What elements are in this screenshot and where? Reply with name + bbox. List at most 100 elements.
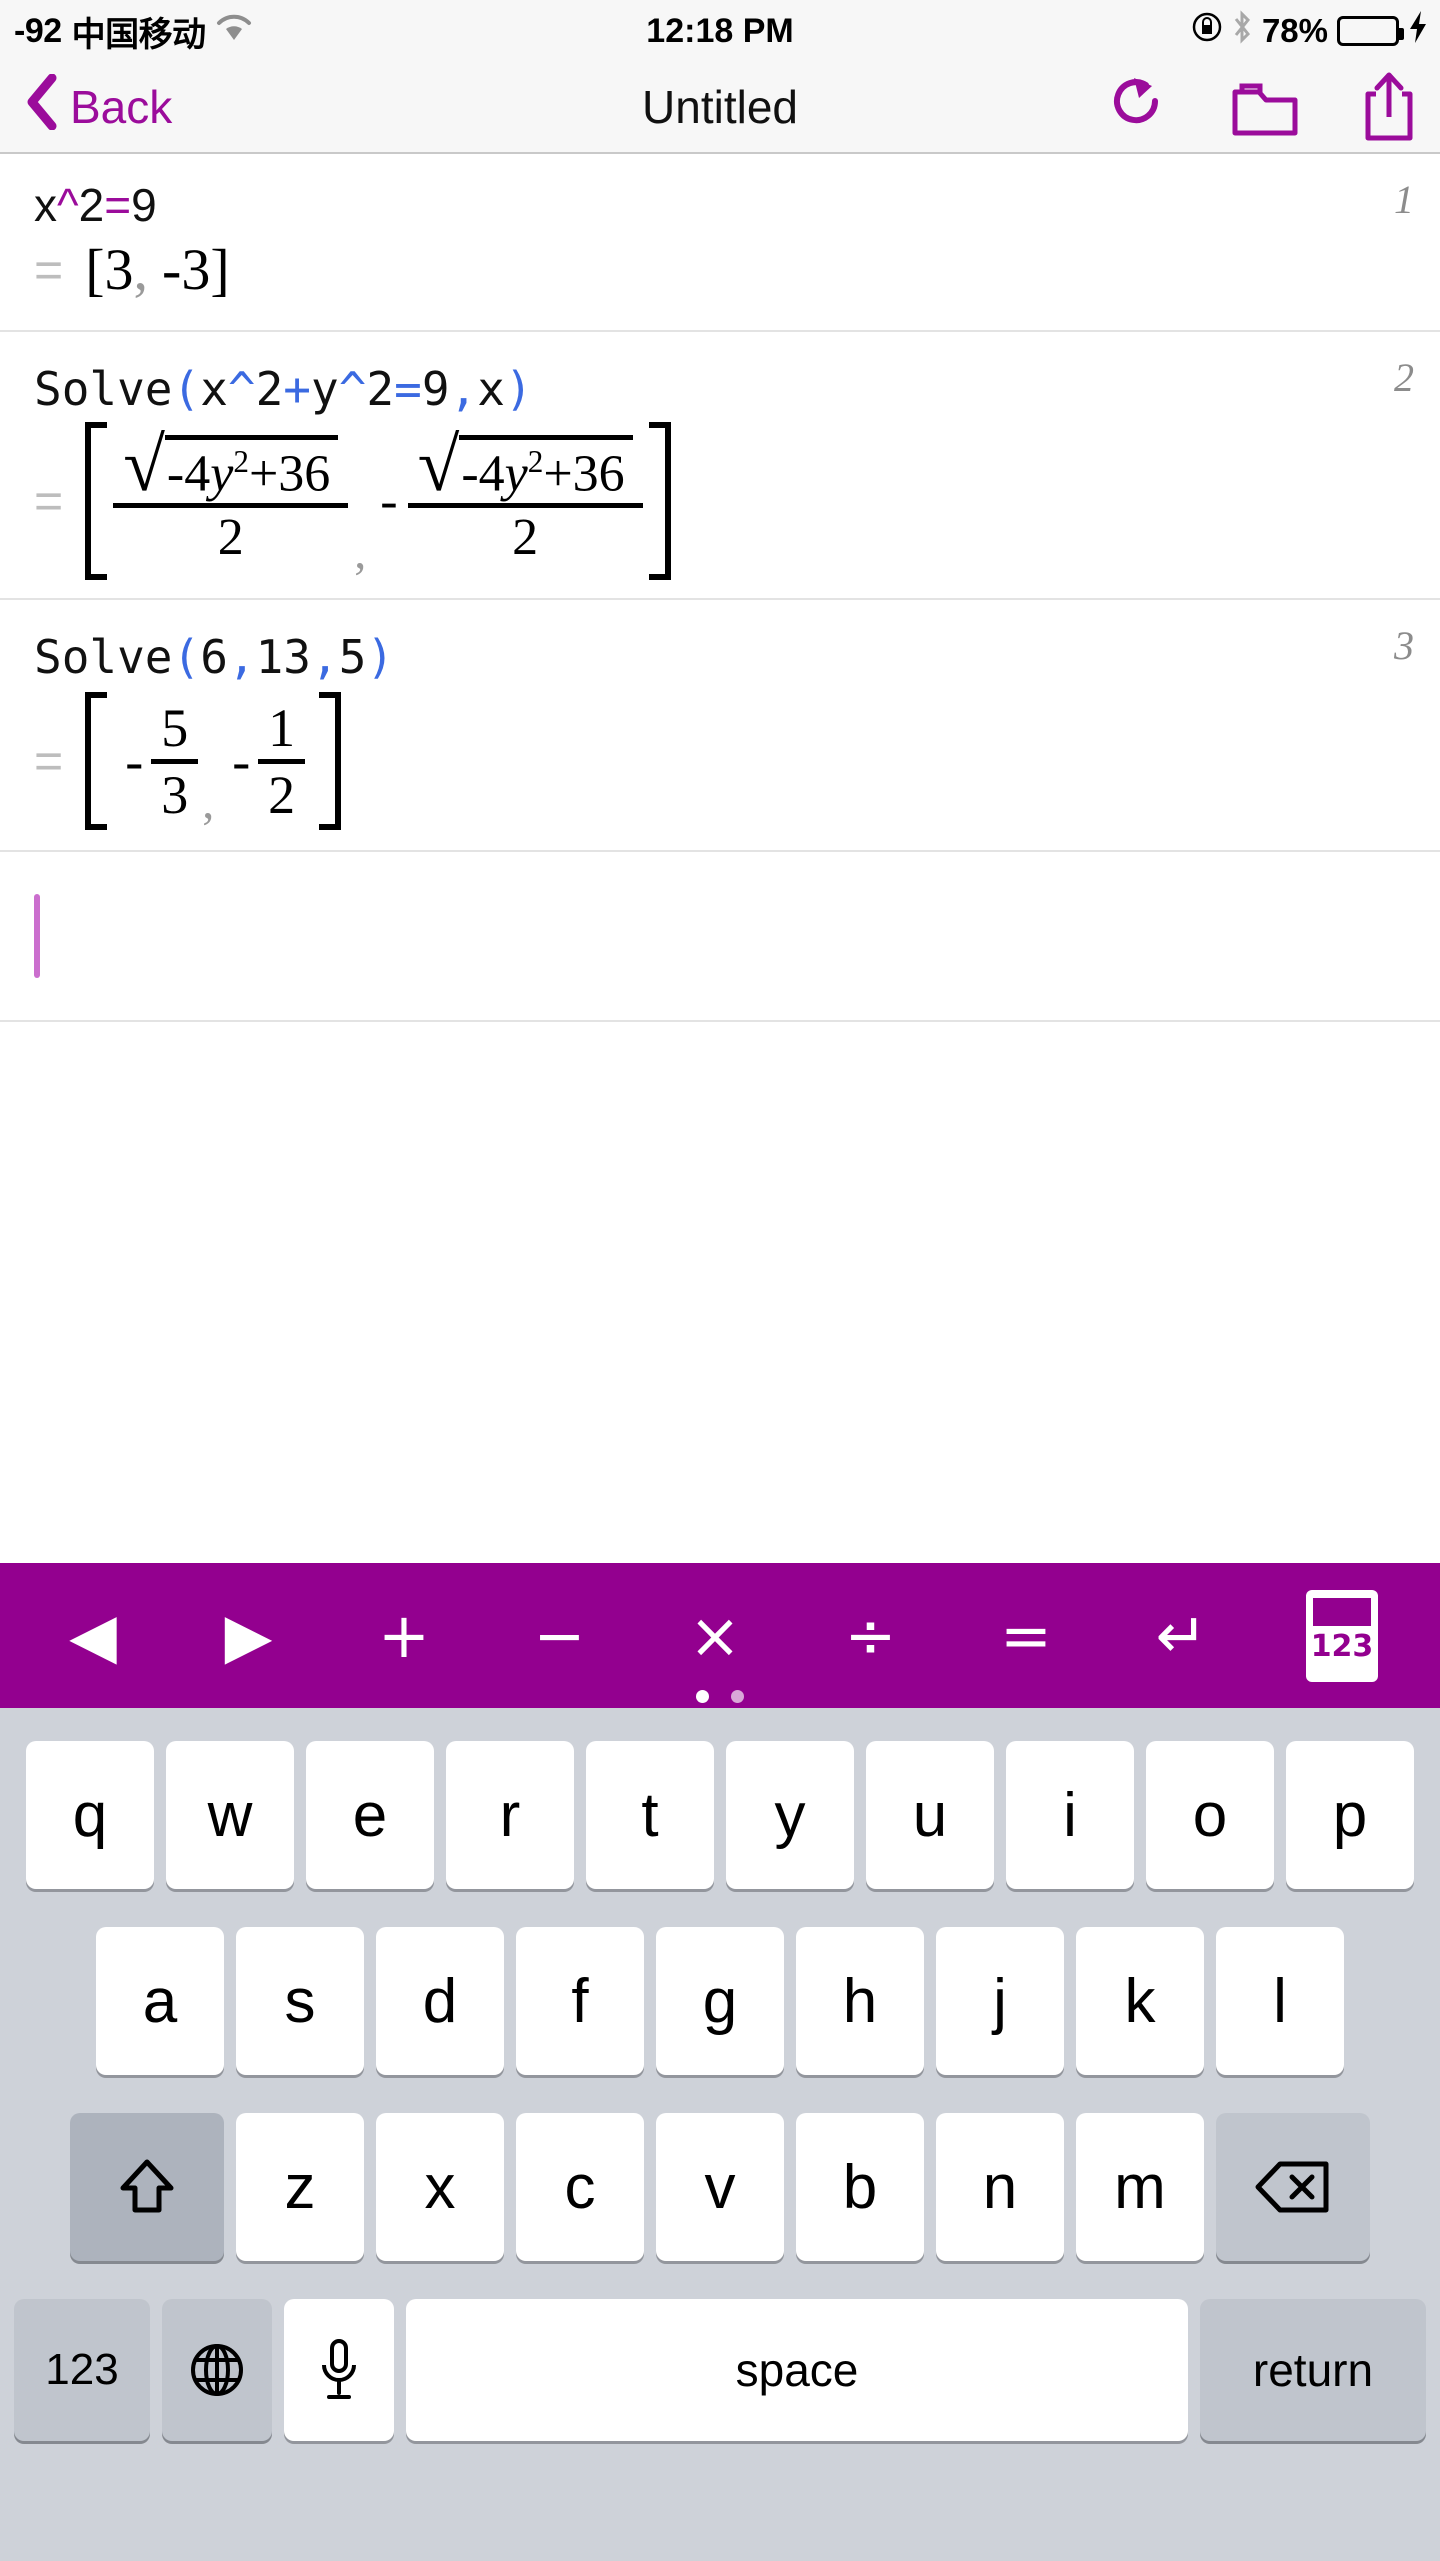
expr-token-operator: ^ xyxy=(227,362,256,416)
key-g[interactable]: g xyxy=(656,1927,784,2075)
folder-icon[interactable] xyxy=(1232,78,1298,136)
result-matrix: √ -4y2+36 2 , - √ -4y2+36 2 xyxy=(85,422,671,580)
plus-button[interactable]: + xyxy=(373,1604,435,1667)
key-q[interactable]: q xyxy=(26,1741,154,1889)
radicand-variable: y xyxy=(210,445,234,503)
radicand-operator: + xyxy=(543,445,573,503)
radicand-operator: + xyxy=(248,445,279,503)
bracket-open: [ xyxy=(85,237,105,302)
bracket-open xyxy=(85,692,108,830)
expr-token: 13 xyxy=(255,630,311,684)
result-term-sign: - xyxy=(125,731,144,791)
key-l[interactable]: l xyxy=(1216,1927,1344,2075)
worksheet-row[interactable]: 3 Solve(6,13,5) = - 5 3 , - 1 2 xyxy=(0,600,1440,852)
result-display: = √ -4y2+36 2 , - √ -4y2+36 2 xyxy=(0,416,1440,606)
page-dot-active[interactable] xyxy=(696,1690,709,1703)
rotation-lock-icon xyxy=(1192,12,1222,51)
key-t[interactable]: t xyxy=(586,1741,714,1889)
equals-button[interactable]: = xyxy=(995,1604,1057,1667)
fraction-numerator: 1 xyxy=(268,697,296,758)
numeric-keypad-label: 123 xyxy=(1310,1628,1374,1664)
key-s[interactable]: s xyxy=(236,1927,364,2075)
return-key[interactable]: return xyxy=(1200,2299,1426,2441)
expr-token: 2 xyxy=(366,362,395,416)
key-w[interactable]: w xyxy=(166,1741,294,1889)
worksheet-row[interactable]: 1 x^2=9 = [3, -3] xyxy=(0,154,1440,332)
shift-arrow-icon xyxy=(120,2159,174,2213)
expression-input[interactable]: Solve(x^2+y^2=9,x) xyxy=(0,332,1440,416)
multiply-button[interactable]: × xyxy=(684,1604,746,1667)
key-k[interactable]: k xyxy=(1076,1927,1204,2075)
result-term: 1 2 xyxy=(258,697,306,826)
bracket-open xyxy=(85,422,108,580)
delete-key[interactable] xyxy=(1216,2113,1370,2261)
share-icon[interactable] xyxy=(1362,72,1416,142)
fraction-numerator: √ -4y2+36 xyxy=(408,422,643,507)
cursor-right-button[interactable]: ▶ xyxy=(218,1604,280,1667)
cursor-left-button[interactable]: ◀ xyxy=(62,1604,124,1667)
result-equals-sign: = xyxy=(34,241,64,298)
globe-key[interactable] xyxy=(162,2299,272,2441)
key-c[interactable]: c xyxy=(516,2113,644,2261)
expression-input[interactable]: x^2=9 xyxy=(0,154,1440,232)
redo-icon[interactable] xyxy=(1108,75,1168,139)
expr-token: 9 xyxy=(131,179,157,231)
key-x[interactable]: x xyxy=(376,2113,504,2261)
expr-token: x xyxy=(34,179,57,231)
numeric-mode-key[interactable]: 123 xyxy=(14,2299,150,2441)
key-z[interactable]: z xyxy=(236,2113,364,2261)
divide-button[interactable]: ÷ xyxy=(840,1604,902,1667)
result-term-sign: - xyxy=(380,472,398,530)
keyboard-row-1: q w e r t y u i o p xyxy=(0,1722,1440,1908)
onscreen-keyboard: q w e r t y u i o p a s d f g h j k l z … xyxy=(0,1708,1440,2561)
nav-actions xyxy=(1108,72,1416,142)
fraction-denominator: 2 xyxy=(268,764,296,825)
keyboard-row-3: z x c v b n m xyxy=(0,2094,1440,2280)
key-n[interactable]: n xyxy=(936,2113,1064,2261)
expr-token-paren: ( xyxy=(172,630,201,684)
status-bar-right: 78% xyxy=(1192,9,1428,53)
worksheet-row[interactable]: 2 Solve(x^2+y^2=9,x) = √ -4y2+36 2 , - √… xyxy=(0,332,1440,600)
key-o[interactable]: o xyxy=(1146,1741,1274,1889)
globe-icon xyxy=(191,2344,243,2396)
key-a[interactable]: a xyxy=(96,1927,224,2075)
bracket-close xyxy=(648,422,671,580)
radicand-variable: y xyxy=(504,445,528,503)
radical-sign: √ xyxy=(123,422,165,507)
bluetooth-icon xyxy=(1231,9,1253,53)
result-display: = [3, -3] xyxy=(0,232,1440,329)
key-f[interactable]: f xyxy=(516,1927,644,2075)
radical: √ -4y2+36 xyxy=(123,422,339,507)
key-u[interactable]: u xyxy=(866,1741,994,1889)
bracket-close xyxy=(319,692,342,830)
minus-button[interactable]: − xyxy=(529,1604,591,1667)
dictation-key[interactable] xyxy=(284,2299,394,2441)
numeric-keypad-button[interactable]: 123 xyxy=(1306,1589,1378,1682)
active-input-row[interactable] xyxy=(0,852,1440,1022)
key-p[interactable]: p xyxy=(1286,1741,1414,1889)
key-y[interactable]: y xyxy=(726,1741,854,1889)
radicand-coefficient: -4 xyxy=(166,445,211,503)
expr-token-comma: , xyxy=(310,630,339,684)
key-j[interactable]: j xyxy=(936,1927,1064,2075)
expression-input[interactable]: Solve(6,13,5) xyxy=(0,600,1440,684)
key-h[interactable]: h xyxy=(796,1927,924,2075)
return-button[interactable]: ↵ xyxy=(1151,1604,1213,1667)
key-d[interactable]: d xyxy=(376,1927,504,2075)
expr-token-operator: + xyxy=(283,362,311,416)
expr-token: Solve xyxy=(34,362,173,416)
result-matrix: - 5 3 , - 1 2 xyxy=(85,692,342,830)
result-term: √ -4y2+36 2 xyxy=(407,422,643,567)
key-r[interactable]: r xyxy=(446,1741,574,1889)
key-b[interactable]: b xyxy=(796,2113,924,2261)
key-e[interactable]: e xyxy=(306,1741,434,1889)
key-i[interactable]: i xyxy=(1006,1741,1134,1889)
key-m[interactable]: m xyxy=(1076,2113,1204,2261)
radical-sign: √ xyxy=(417,422,460,507)
space-key[interactable]: space xyxy=(406,2299,1188,2441)
expr-token-comma: , xyxy=(227,630,256,684)
shift-key[interactable] xyxy=(70,2113,224,2261)
expr-token: Solve xyxy=(34,630,173,684)
page-dot[interactable] xyxy=(731,1690,744,1703)
key-v[interactable]: v xyxy=(656,2113,784,2261)
